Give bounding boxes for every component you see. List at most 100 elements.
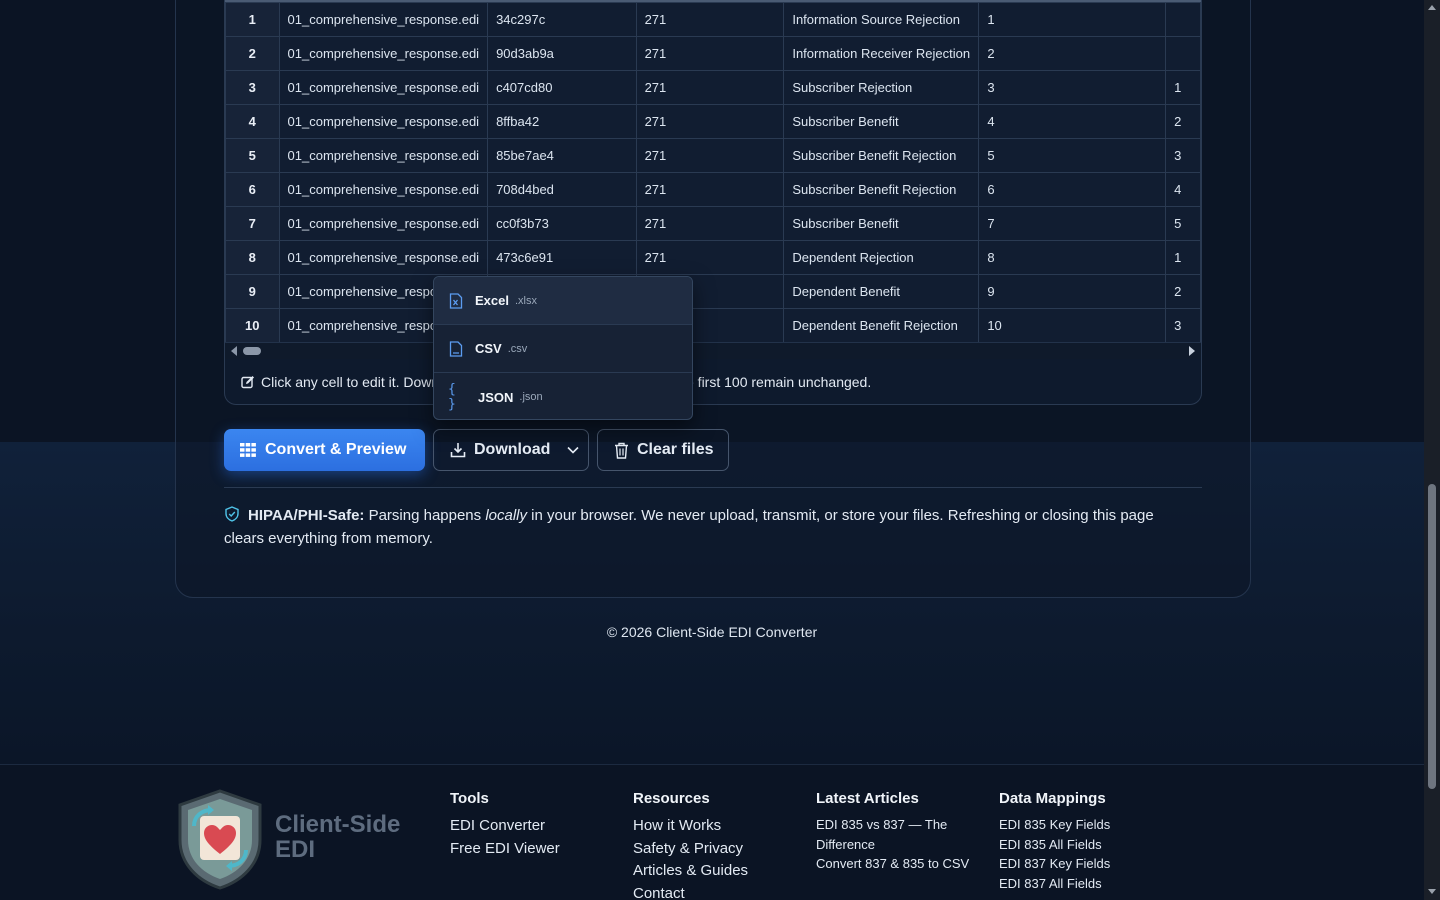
download-option-csv[interactable]: CSV .csv: [434, 325, 692, 373]
scroll-up-arrow-icon[interactable]: [1428, 5, 1436, 10]
clear-files-button[interactable]: Clear files: [597, 429, 729, 471]
row-number: 10: [225, 308, 280, 343]
footer-latest-articles: Latest Articles EDI 835 vs 837 — The Dif…: [816, 790, 976, 874]
download-option-excel[interactable]: Excel .xlsx: [434, 277, 692, 325]
download-icon: [450, 443, 466, 458]
footer-link-safety-privacy[interactable]: Safety & Privacy: [633, 838, 748, 861]
convert-preview-button[interactable]: Convert & Preview: [224, 429, 425, 471]
footer-link-article-convert[interactable]: Convert 837 & 835 to CSV: [816, 854, 976, 874]
cell-filename[interactable]: 01_comprehensive_response.edi: [278, 104, 489, 139]
cell-segment[interactable]: Subscriber Rejection: [783, 70, 980, 105]
footer-link-835-key-fields[interactable]: EDI 835 Key Fields: [999, 815, 1110, 835]
footer-link-835-all-fields[interactable]: EDI 835 All Fields: [999, 835, 1110, 855]
cell-sub-index[interactable]: [1165, 2, 1201, 37]
cell-transaction-type[interactable]: 271: [635, 36, 785, 71]
cell-segment[interactable]: Dependent Rejection: [783, 240, 980, 275]
cell-segment[interactable]: Information Source Rejection: [783, 2, 980, 37]
cell-filename[interactable]: 01_comprehensive_response.edi: [278, 2, 489, 37]
cell-sequence[interactable]: 1: [978, 2, 1167, 37]
chevron-down-icon: [567, 446, 580, 454]
cell-id[interactable]: 708d4bed: [487, 172, 637, 207]
cell-id[interactable]: 473c6e91: [487, 240, 637, 275]
cell-filename[interactable]: 01_comprehensive_response.edi: [278, 172, 489, 207]
edit-hint-text-end: e first 100 remain unchanged.: [686, 374, 872, 390]
footer-data-mappings: Data Mappings EDI 835 Key Fields EDI 835…: [999, 790, 1110, 893]
cell-sequence[interactable]: 6: [978, 172, 1167, 207]
cell-id[interactable]: c407cd80: [487, 70, 637, 105]
cell-sub-index[interactable]: 2: [1165, 104, 1201, 139]
cell-id[interactable]: cc0f3b73: [487, 206, 637, 241]
cell-sub-index[interactable]: 5: [1165, 206, 1201, 241]
vertical-scrollbar[interactable]: [1424, 0, 1440, 900]
footer-link-contact[interactable]: Contact: [633, 883, 748, 900]
cell-segment[interactable]: Dependent Benefit Rejection: [783, 308, 980, 343]
download-option-json[interactable]: { } JSON .json: [434, 373, 692, 419]
download-menu: Excel .xlsx CSV .csv { } JSON .json: [433, 276, 693, 420]
cell-segment[interactable]: Dependent Benefit: [783, 274, 980, 309]
scroll-down-arrow-icon[interactable]: [1428, 889, 1436, 894]
footer-brand-name[interactable]: Client-Side EDI: [275, 812, 400, 862]
table-body: 1 01_comprehensive_response.edi 34c297c 271…: [225, 2, 1201, 343]
cell-sub-index[interactable]: [1165, 36, 1201, 71]
vertical-scroll-thumb[interactable]: [1428, 484, 1436, 789]
cell-sequence[interactable]: 7: [978, 206, 1167, 241]
footer-link-837-all-fields[interactable]: EDI 837 All Fields: [999, 874, 1110, 894]
footer-link-edi-converter[interactable]: EDI Converter: [450, 815, 560, 838]
cell-transaction-type[interactable]: 271: [635, 240, 785, 275]
cell-id[interactable]: 85be7ae4: [487, 138, 637, 173]
table-row: 7 01_comprehensive_response.edi cc0f3b73 27…: [225, 206, 1201, 241]
cell-sub-index[interactable]: 1: [1165, 70, 1201, 105]
table-row: 3 01_comprehensive_response.edi c407cd80 27…: [225, 70, 1201, 105]
cell-transaction-type[interactable]: 271: [635, 70, 785, 105]
cell-filename[interactable]: 01_comprehensive_response.edi: [278, 206, 489, 241]
cell-sequence[interactable]: 10: [978, 308, 1167, 343]
cell-filename[interactable]: 01_comprehensive_response.edi: [278, 36, 489, 71]
cell-sub-index[interactable]: 3: [1165, 138, 1201, 173]
footer-link-article-835-vs-837[interactable]: EDI 835 vs 837 — The Difference: [816, 815, 976, 854]
cell-segment[interactable]: Information Receiver Rejection: [783, 36, 980, 71]
horizontal-scroll-thumb[interactable]: [243, 347, 261, 355]
cell-segment[interactable]: Subscriber Benefit: [783, 206, 980, 241]
table-row: 1 01_comprehensive_response.edi 34c297c 271…: [225, 2, 1201, 37]
cell-id[interactable]: 8ffba42: [487, 104, 637, 139]
cell-filename[interactable]: 01_comprehensive_response.edi: [278, 70, 489, 105]
cell-sequence[interactable]: 5: [978, 138, 1167, 173]
cell-filename[interactable]: 01_comprehensive_response.edi: [278, 138, 489, 173]
cell-transaction-type[interactable]: 271: [635, 206, 785, 241]
cell-segment[interactable]: Subscriber Benefit Rejection: [783, 138, 980, 173]
scroll-left-arrow-icon[interactable]: [231, 346, 237, 356]
cell-filename[interactable]: 01_comprehensive_response.edi: [278, 240, 489, 275]
download-button[interactable]: Download: [433, 429, 589, 471]
brand-line-1: Client-Side: [275, 811, 401, 838]
cell-segment[interactable]: Subscriber Benefit: [783, 104, 980, 139]
download-option-label: CSV: [475, 341, 502, 356]
horizontal-scrollbar[interactable]: [225, 342, 1201, 359]
cell-transaction-type[interactable]: 271: [635, 172, 785, 207]
grid-icon: [240, 443, 256, 457]
cell-sequence[interactable]: 9: [978, 274, 1167, 309]
client-side-edi-logo[interactable]: [174, 788, 266, 890]
footer-link-free-edi-viewer[interactable]: Free EDI Viewer: [450, 838, 560, 861]
cell-id[interactable]: 90d3ab9a: [487, 36, 637, 71]
cell-sequence[interactable]: 4: [978, 104, 1167, 139]
footer-link-837-key-fields[interactable]: EDI 837 Key Fields: [999, 854, 1110, 874]
cell-transaction-type[interactable]: 271: [635, 2, 785, 37]
brand-line-2: EDI: [275, 836, 316, 863]
footer-link-how-it-works[interactable]: How it Works: [633, 815, 748, 838]
cell-sub-index[interactable]: 2: [1165, 274, 1201, 309]
cell-transaction-type[interactable]: 271: [635, 138, 785, 173]
footer-mappings-heading: Data Mappings: [999, 790, 1106, 807]
cell-sub-index[interactable]: 1: [1165, 240, 1201, 275]
download-option-ext: .xlsx: [514, 294, 537, 307]
cell-sub-index[interactable]: 4: [1165, 172, 1201, 207]
footer-link-articles-guides[interactable]: Articles & Guides: [633, 860, 748, 883]
scroll-right-arrow-icon[interactable]: [1189, 346, 1195, 356]
cell-sequence[interactable]: 8: [978, 240, 1167, 275]
preview-table: 1 01_comprehensive_response.edi 34c297c 271…: [225, 2, 1201, 343]
cell-transaction-type[interactable]: 271: [635, 104, 785, 139]
cell-segment[interactable]: Subscriber Benefit Rejection: [783, 172, 980, 207]
cell-sub-index[interactable]: 3: [1165, 308, 1201, 343]
cell-sequence[interactable]: 3: [978, 70, 1167, 105]
cell-sequence[interactable]: 2: [978, 36, 1167, 71]
cell-id[interactable]: 34c297c: [487, 2, 637, 37]
